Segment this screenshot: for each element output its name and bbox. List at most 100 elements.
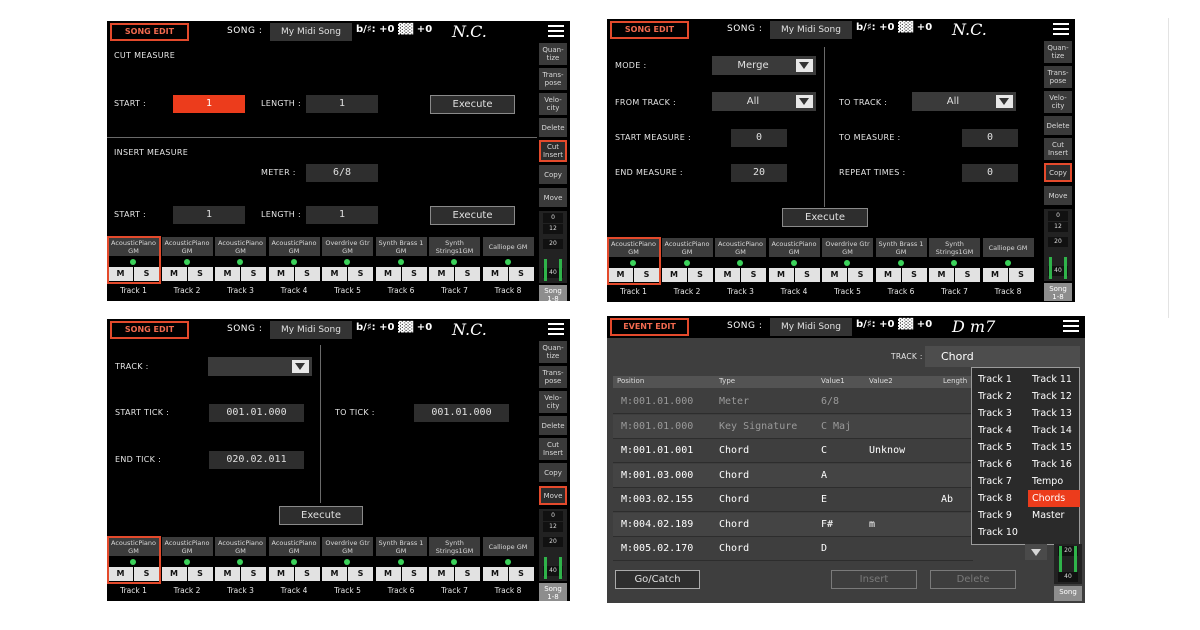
- track-slot[interactable]: Synth Strings1GM M S Track 7: [928, 238, 980, 302]
- solo-button[interactable]: S: [455, 267, 480, 281]
- menu-icon[interactable]: [1063, 320, 1079, 333]
- song-button[interactable]: Song: [1054, 586, 1082, 601]
- solo-button[interactable]: S: [187, 567, 213, 581]
- end-measure-field[interactable]: 20: [731, 164, 787, 182]
- solo-button[interactable]: S: [187, 267, 213, 281]
- track-instrument[interactable]: AcousticPiano GM: [268, 537, 320, 556]
- mute-button[interactable]: M: [322, 267, 347, 281]
- start-measure-field[interactable]: 0: [731, 129, 787, 147]
- transpose-button[interactable]: Trans- pose: [539, 366, 567, 388]
- track-slot[interactable]: Synth Strings1GM M S Track 7: [428, 237, 480, 301]
- track-slot[interactable]: AcousticPiano GM M S Track 3: [214, 237, 266, 301]
- popup-track-option[interactable]: Track 5: [974, 439, 1026, 456]
- menu-icon[interactable]: [548, 323, 564, 336]
- copy-button[interactable]: Copy: [539, 463, 567, 482]
- menu-icon[interactable]: [548, 25, 564, 38]
- popup-track-option[interactable]: Chords: [1028, 490, 1080, 507]
- delete-button[interactable]: Delete: [1044, 116, 1072, 135]
- delete-button[interactable]: Delete: [930, 570, 1016, 589]
- solo-button[interactable]: S: [348, 567, 373, 581]
- popup-track-option[interactable]: Track 6: [974, 456, 1026, 473]
- track-instrument[interactable]: Overdrive Gtr GM: [322, 237, 373, 256]
- insert-execute-button[interactable]: Execute: [430, 206, 515, 225]
- velocity-button[interactable]: Velo- city: [539, 391, 567, 413]
- track-instrument[interactable]: Synth Strings1GM: [429, 237, 480, 256]
- mute-button[interactable]: M: [875, 268, 901, 282]
- meter-field[interactable]: 6/8: [306, 164, 378, 182]
- track-instrument[interactable]: Overdrive Gtr GM: [822, 238, 873, 257]
- quantize-button[interactable]: Quan- tize: [539, 341, 567, 363]
- mute-button[interactable]: M: [661, 268, 687, 282]
- execute-button[interactable]: Execute: [279, 506, 363, 525]
- solo-button[interactable]: S: [294, 567, 320, 581]
- end-tick-field[interactable]: 020.02.011: [209, 451, 304, 469]
- mute-button[interactable]: M: [429, 267, 454, 281]
- track-instrument[interactable]: Synth Brass 1 GM: [375, 237, 427, 256]
- event-edit-badge[interactable]: EVENT EDIT: [610, 318, 689, 336]
- popup-track-option[interactable]: Master: [1028, 507, 1080, 524]
- mute-button[interactable]: M: [482, 567, 508, 581]
- song-edit-badge[interactable]: SONG EDIT: [610, 21, 689, 39]
- mute-button[interactable]: M: [161, 267, 187, 281]
- popup-track-option[interactable]: Track 13: [1028, 405, 1080, 422]
- event-track-field[interactable]: Chord: [925, 346, 1080, 367]
- velocity-button[interactable]: Velo- city: [1044, 91, 1072, 113]
- event-row[interactable]: M:003.02.155 Chord E Ab: [613, 488, 973, 512]
- popup-track-option[interactable]: Track 11: [1028, 371, 1080, 388]
- solo-button[interactable]: S: [741, 268, 766, 282]
- event-row[interactable]: M:001.01.000 Meter 6/8: [613, 390, 973, 414]
- song-name-field[interactable]: My Midi Song: [270, 321, 352, 339]
- solo-button[interactable]: S: [508, 267, 534, 281]
- move-button[interactable]: Move: [539, 188, 567, 207]
- song-1-8-button[interactable]: Song 1-8: [1044, 283, 1072, 301]
- cut-insert-button[interactable]: Cut Insert: [539, 140, 567, 162]
- track-slot[interactable]: AcousticPiano GM M S Track 2: [161, 537, 213, 601]
- popup-track-option[interactable]: Track 16: [1028, 456, 1080, 473]
- solo-button[interactable]: S: [508, 567, 534, 581]
- song-edit-badge[interactable]: SONG EDIT: [110, 23, 189, 41]
- track-instrument[interactable]: AcousticPiano GM: [215, 237, 266, 256]
- popup-track-option[interactable]: Track 2: [974, 388, 1026, 405]
- track-slot[interactable]: Calliope GM M S Track 8: [482, 237, 534, 301]
- track-instrument[interactable]: Synth Strings1GM: [929, 238, 980, 257]
- popup-track-option[interactable]: Track 7: [974, 473, 1026, 490]
- track-dropdown[interactable]: [208, 357, 312, 376]
- transpose-button[interactable]: Trans- pose: [1044, 66, 1072, 88]
- move-button[interactable]: Move: [1044, 186, 1072, 205]
- track-instrument[interactable]: Synth Strings1GM: [429, 537, 480, 556]
- repeat-times-field[interactable]: 0: [962, 164, 1018, 182]
- track-slot[interactable]: AcousticPiano GM M S Track 2: [661, 238, 713, 302]
- cut-insert-button[interactable]: Cut Insert: [1044, 138, 1072, 160]
- insert-length-field[interactable]: 1: [306, 206, 378, 224]
- track-instrument[interactable]: AcousticPiano GM: [268, 237, 320, 256]
- to-tick-field[interactable]: 001.01.000: [414, 404, 509, 422]
- track-slot[interactable]: AcousticPiano GM M S Track 1: [607, 237, 661, 302]
- quantize-button[interactable]: Quan- tize: [539, 43, 567, 65]
- solo-button[interactable]: S: [241, 567, 266, 581]
- velocity-button[interactable]: Velo- city: [539, 93, 567, 115]
- track-instrument[interactable]: AcousticPiano GM: [215, 537, 266, 556]
- quantize-button[interactable]: Quan- tize: [1044, 41, 1072, 63]
- mute-button[interactable]: M: [429, 567, 454, 581]
- to-track-dropdown[interactable]: All: [912, 92, 1016, 111]
- solo-button[interactable]: S: [401, 567, 427, 581]
- track-instrument[interactable]: Calliope GM: [982, 238, 1034, 257]
- delete-button[interactable]: Delete: [539, 118, 567, 137]
- song-edit-badge[interactable]: SONG EDIT: [110, 321, 189, 339]
- popup-track-option[interactable]: Track 4: [974, 422, 1026, 439]
- move-button[interactable]: Move: [539, 486, 567, 505]
- menu-icon[interactable]: [1053, 23, 1069, 36]
- delete-button[interactable]: Delete: [539, 416, 567, 435]
- track-instrument[interactable]: AcousticPiano GM: [715, 238, 766, 257]
- mute-button[interactable]: M: [982, 268, 1008, 282]
- mute-button[interactable]: M: [482, 267, 508, 281]
- start-field[interactable]: 1: [173, 95, 245, 113]
- track-slot[interactable]: Overdrive Gtr GM M S Track 5: [821, 238, 873, 302]
- track-slot[interactable]: Synth Brass 1 GM M S Track 6: [375, 237, 427, 301]
- mute-button[interactable]: M: [375, 567, 401, 581]
- event-row[interactable]: M:001.01.001 Chord C Unknow: [613, 439, 973, 463]
- song-name-field[interactable]: My Midi Song: [270, 23, 352, 41]
- mute-button[interactable]: M: [715, 268, 740, 282]
- mute-button[interactable]: M: [215, 267, 240, 281]
- solo-button[interactable]: S: [901, 268, 927, 282]
